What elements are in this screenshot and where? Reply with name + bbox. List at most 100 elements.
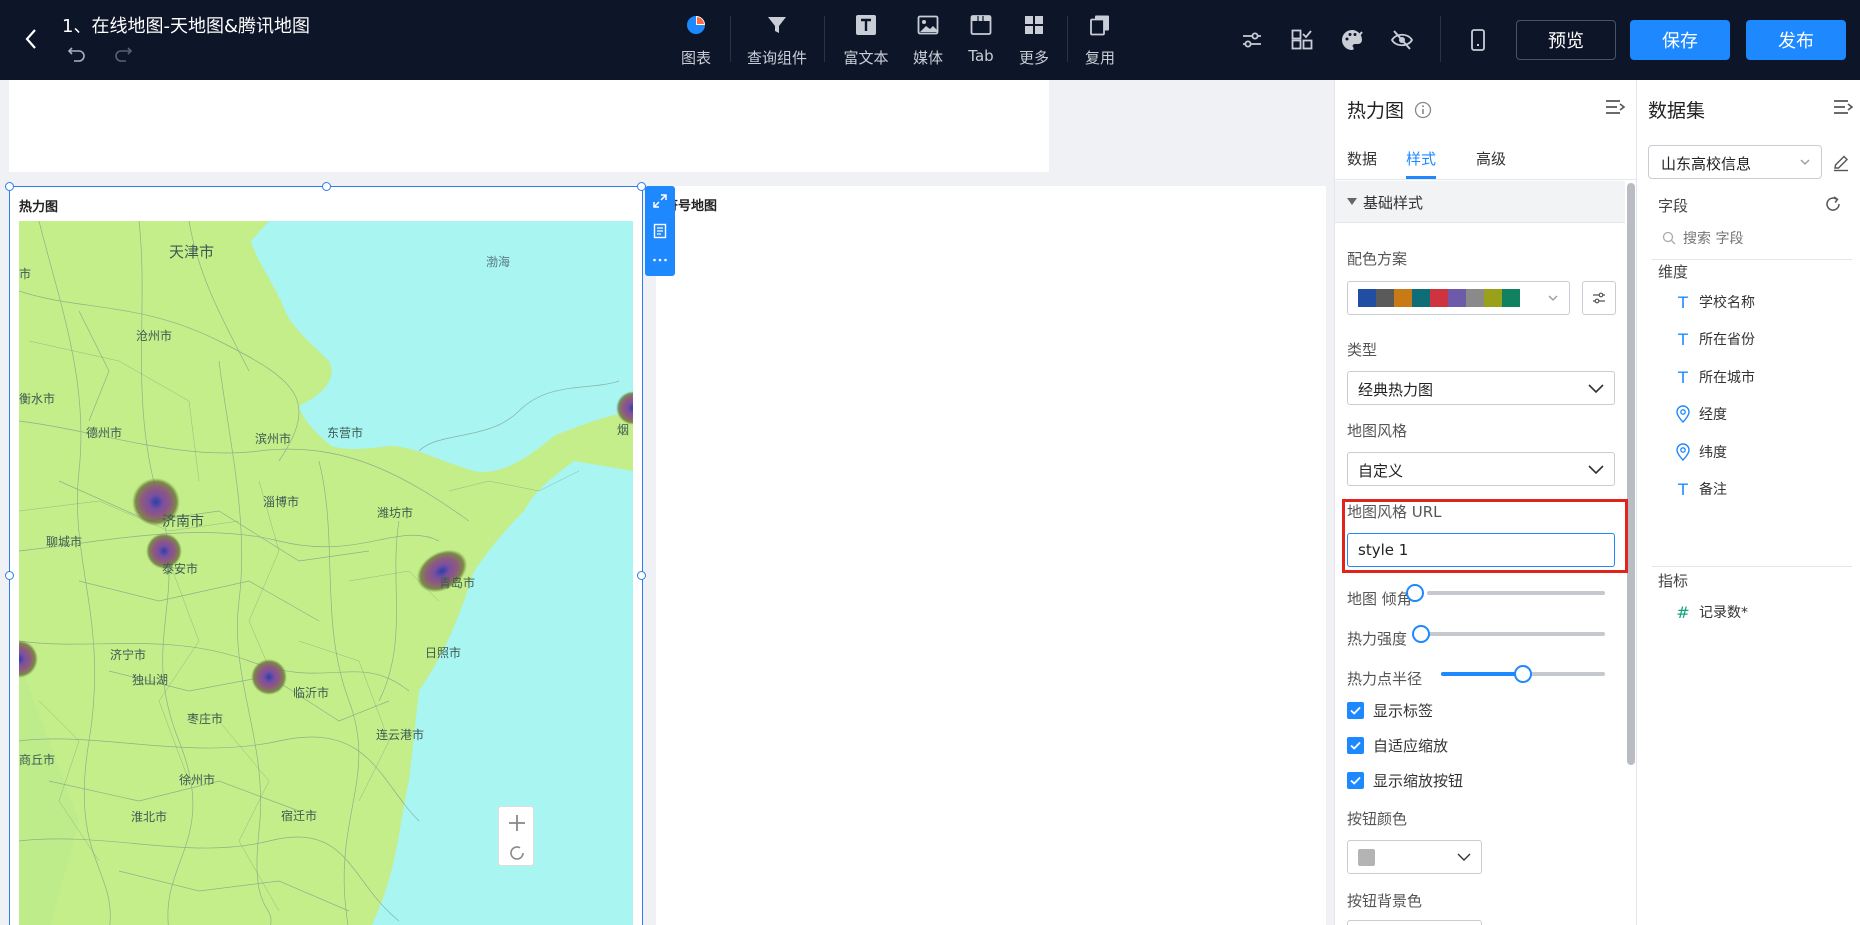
- dataset-select[interactable]: 山东高校信息: [1648, 145, 1822, 179]
- symbol-map-card[interactable]: 符号地图: [656, 186, 1326, 925]
- dimension-field[interactable]: T 所在城市: [1673, 367, 1755, 387]
- dimensions-label: 维度: [1658, 263, 1689, 281]
- tab-advanced[interactable]: 高级: [1476, 148, 1506, 169]
- color-scheme-swatch: [1412, 289, 1430, 307]
- chevron-down-icon: [1547, 292, 1559, 304]
- show-label-checkbox[interactable]: [1347, 702, 1364, 719]
- map-tilt-slider-knob[interactable]: [1406, 584, 1424, 602]
- field-search-input[interactable]: [1683, 228, 1843, 250]
- back-arrow-icon[interactable]: [20, 27, 44, 51]
- map-label-linyi: 临沂市: [293, 686, 330, 700]
- button-color-select[interactable]: [1347, 840, 1482, 874]
- dimension-field[interactable]: T 学校名称: [1673, 292, 1755, 312]
- show-label-text: 显示标签: [1373, 702, 1434, 720]
- info-icon[interactable]: [1414, 101, 1432, 119]
- active-tab-indicator: [1406, 176, 1436, 179]
- palette-icon[interactable]: [1340, 28, 1364, 52]
- toolbar-chart-button[interactable]: 图表: [661, 14, 731, 68]
- refresh-icon[interactable]: [1824, 195, 1842, 213]
- map-label-dushanhu: 独山湖: [132, 673, 169, 687]
- expand-icon[interactable]: [652, 193, 668, 209]
- dimension-field-name: 经度: [1699, 407, 1727, 423]
- color-scheme-swatch: [1448, 289, 1466, 307]
- map-tilt-slider-track[interactable]: [1427, 591, 1605, 595]
- checklist-grid-icon[interactable]: [1290, 28, 1314, 52]
- heat-intensity-slider-knob[interactable]: [1412, 625, 1430, 643]
- map-style-select[interactable]: 自定义: [1347, 452, 1615, 486]
- resize-handle[interactable]: [322, 182, 331, 191]
- metric-field-name: 记录数*: [1699, 605, 1748, 621]
- edit-pencil-icon[interactable]: [1832, 154, 1850, 172]
- chevron-down-icon: [1588, 463, 1604, 475]
- metric-field[interactable]: # 记录数*: [1673, 602, 1748, 622]
- toolbar-richtext-button[interactable]: 富文本: [831, 14, 901, 68]
- dashboard-canvas: 符号地图 热力图 天津市 渤海 市 沧州市 衡水市 德州市 滨州市 东营市 烟 …: [0, 80, 1334, 925]
- dimension-field[interactable]: 纬度: [1673, 442, 1727, 462]
- properties-title-text: 热力图: [1347, 100, 1405, 122]
- map-label-suqian: 宿迁市: [281, 809, 318, 823]
- toolbar-query-button[interactable]: 查询组件: [742, 14, 812, 68]
- toolbar-more-label: 更多: [1018, 49, 1049, 67]
- heatmap-map[interactable]: 天津市 渤海 市 沧州市 衡水市 德州市 滨州市 东营市 烟 淄博市 潍坊市 济…: [19, 221, 633, 925]
- pie-chart-icon: [661, 14, 731, 40]
- color-scheme-label: 配色方案: [1347, 250, 1408, 268]
- chevron-down-icon: [1588, 382, 1604, 394]
- divider: [1652, 566, 1852, 567]
- sliders-icon: [1592, 291, 1606, 305]
- text-type-icon: T: [1678, 479, 1688, 499]
- color-settings-button[interactable]: [1582, 281, 1616, 315]
- dashboard-title[interactable]: 1、在线地图-天地图&腾讯地图: [62, 12, 310, 38]
- map-label-liaocheng: 聊城市: [46, 535, 83, 549]
- heat-radius-label: 热力点半径: [1347, 670, 1423, 688]
- publish-button[interactable]: 发布: [1746, 20, 1846, 60]
- type-select[interactable]: 经典热力图: [1347, 371, 1615, 405]
- map-label-weifang: 潍坊市: [377, 506, 414, 520]
- tab-style[interactable]: 样式: [1406, 148, 1436, 169]
- basic-style-section-header[interactable]: 基础样式: [1335, 181, 1625, 223]
- save-button[interactable]: 保存: [1630, 20, 1730, 60]
- auto-zoom-checkbox[interactable]: [1347, 737, 1364, 754]
- component-float-toolbar: [645, 186, 675, 276]
- undo-icon[interactable]: [67, 44, 87, 62]
- dimension-field[interactable]: 经度: [1673, 404, 1727, 424]
- resize-handle[interactable]: [5, 571, 14, 580]
- map-style-label: 地图风格: [1347, 422, 1408, 440]
- dimension-field[interactable]: T 所在省份: [1673, 329, 1755, 349]
- document-icon[interactable]: [652, 223, 668, 239]
- button-bg-color-label: 按钮背景色: [1347, 892, 1423, 910]
- text-type-icon: T: [1678, 367, 1688, 387]
- color-scheme-select[interactable]: [1347, 281, 1570, 315]
- map-style-url-input[interactable]: [1347, 533, 1615, 567]
- empty-component-card[interactable]: [9, 80, 1049, 172]
- top-toolbar: 1、在线地图-天地图&腾讯地图 图表 查询组件 富文本 媒体 Tab 更多 复用…: [0, 0, 1860, 80]
- dimension-field-name: 所在城市: [1699, 370, 1755, 386]
- tab-data[interactable]: 数据: [1347, 148, 1377, 169]
- redo-icon[interactable]: [113, 44, 133, 62]
- zoom-in-icon[interactable]: [507, 813, 527, 833]
- resize-handle[interactable]: [637, 571, 646, 580]
- heat-radius-slider-knob[interactable]: [1514, 665, 1532, 683]
- show-zoom-buttons-checkbox[interactable]: [1347, 772, 1364, 789]
- preview-button[interactable]: 预览: [1516, 20, 1616, 60]
- eye-hidden-icon[interactable]: [1390, 28, 1414, 52]
- dimension-field[interactable]: T 备注: [1673, 479, 1727, 499]
- button-bg-color-select[interactable]: [1347, 920, 1482, 925]
- map-label-cangzhou: 沧州市: [136, 329, 173, 343]
- sliders-settings-icon[interactable]: [1240, 28, 1264, 52]
- more-dots-icon[interactable]: [652, 252, 668, 268]
- collapse-panel-icon[interactable]: [1605, 98, 1625, 116]
- mobile-device-icon[interactable]: [1466, 28, 1490, 52]
- map-label-huaibei: 淮北市: [131, 810, 168, 824]
- heat-intensity-slider-track[interactable]: [1427, 632, 1605, 636]
- heatmap-card[interactable]: 热力图 天津市 渤海 市 沧州市 衡水市 德州市 滨州市 东营市 烟 淄博市 潍…: [5, 182, 646, 925]
- toolbar-reuse-button[interactable]: 复用: [1065, 14, 1135, 68]
- collapse-panel-icon[interactable]: [1833, 98, 1853, 116]
- color-scheme-swatch: [1466, 289, 1484, 307]
- type-select-value: 经典热力图: [1358, 381, 1434, 399]
- metrics-label: 指标: [1658, 572, 1689, 590]
- toolbar-more-button[interactable]: 更多: [999, 14, 1069, 68]
- reset-view-icon[interactable]: [507, 843, 527, 863]
- properties-panel: 热力图 数据 样式 高级 基础样式 配色方案 类型 经典热力图 地图风格 自定义…: [1334, 80, 1636, 925]
- properties-scrollbar[interactable]: [1627, 183, 1635, 765]
- resize-handle[interactable]: [5, 182, 14, 191]
